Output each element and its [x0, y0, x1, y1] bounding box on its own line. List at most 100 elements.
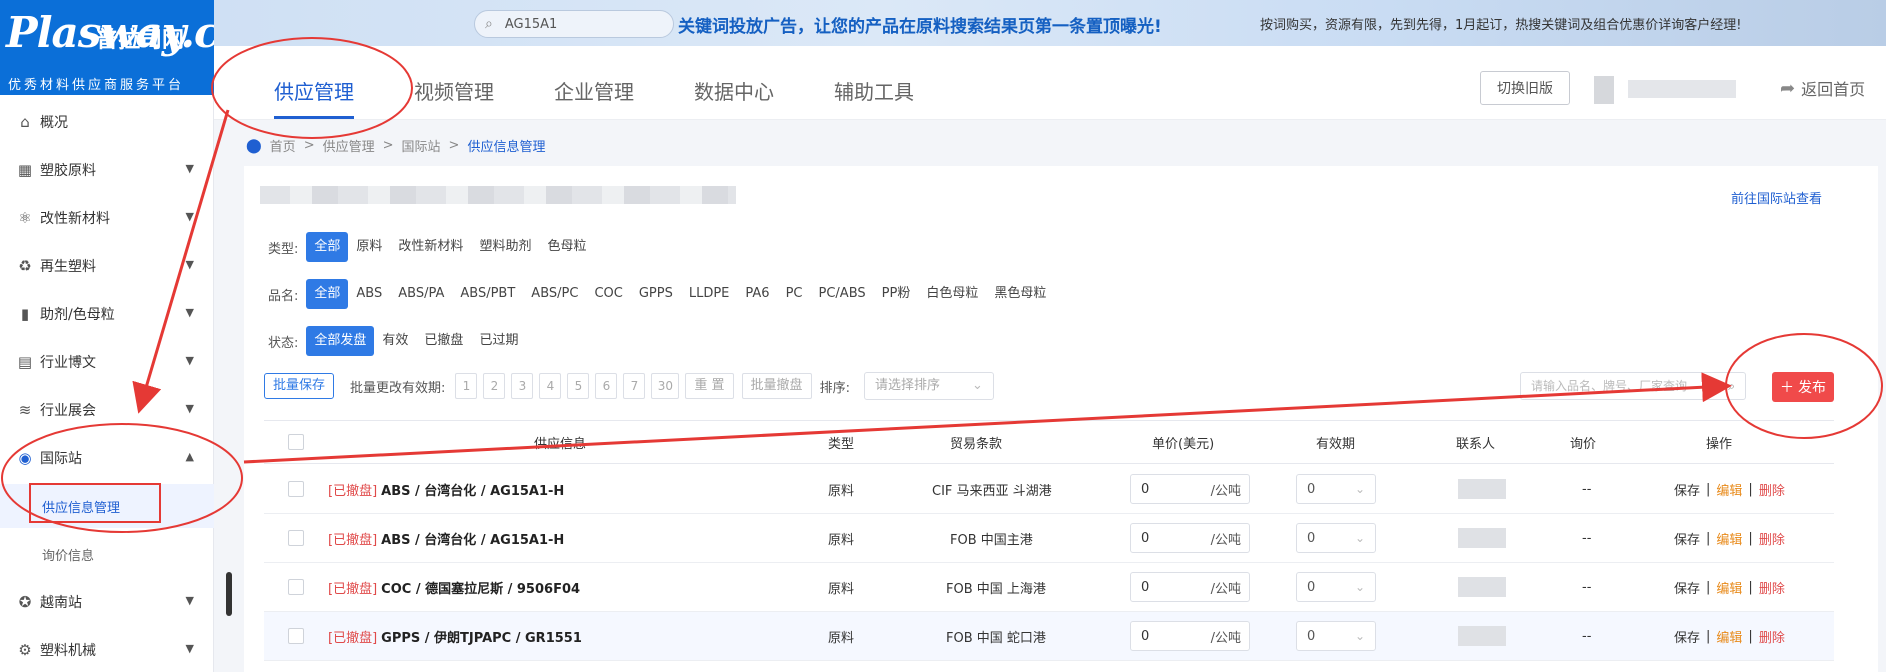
- type-filter-all[interactable]: 全部: [306, 232, 349, 262]
- table-row[interactable]: [已撤盘] GPPS / 伊朗TJPAPC / GR1551 原料 FOB 中国…: [264, 612, 1834, 661]
- name-filter-option[interactable]: ABS: [348, 279, 390, 309]
- edit-link[interactable]: 编辑: [1716, 529, 1742, 548]
- sort-select[interactable]: 请选择排序 ⌄: [863, 372, 994, 400]
- actions-cell: 保存 | 编辑 | 删除: [1674, 627, 1785, 646]
- name-filter-option[interactable]: ABS/PC: [523, 279, 586, 309]
- brand-logo[interactable]: Plasway.com 普拉司网 优秀材料供应商服务平台: [0, 0, 290, 95]
- save-link[interactable]: 保存: [1674, 578, 1700, 597]
- sidebar-scrollbar[interactable]: [226, 572, 232, 616]
- sidebar-subitem-supply-management[interactable]: 供应信息管理: [0, 484, 214, 528]
- status-filter-option[interactable]: 已撤盘: [416, 326, 471, 356]
- search-input[interactable]: 请输入品名、牌号、厂家查询 ⌕: [1520, 372, 1746, 400]
- validity-day-button[interactable]: 1: [455, 373, 478, 399]
- sidebar-item-additives[interactable]: ▮ 助剂/色母粒 ▼: [0, 292, 214, 336]
- name-filter-option[interactable]: PA6: [737, 279, 777, 309]
- goto-intl-link[interactable]: 前往国际站查看: [1731, 188, 1822, 207]
- price-input[interactable]: 0/公吨: [1130, 621, 1250, 651]
- name-filter-option[interactable]: PP粉: [874, 279, 919, 309]
- type-filter-option[interactable]: 塑料助剂: [471, 232, 539, 262]
- name-filter-option[interactable]: 黑色母粒: [986, 279, 1054, 309]
- delete-link[interactable]: 删除: [1759, 627, 1785, 646]
- switch-old-version-button[interactable]: 切换旧版: [1480, 71, 1570, 105]
- type-filter-option[interactable]: 色母粒: [539, 232, 594, 262]
- tab-tools[interactable]: 辅助工具: [834, 76, 914, 105]
- sidebar-item-industry-expo[interactable]: ≋ 行业展会 ▼: [0, 388, 214, 432]
- avatar[interactable]: [1594, 76, 1614, 104]
- name-filter-option[interactable]: COC: [586, 279, 630, 309]
- status-filter-option[interactable]: 已过期: [471, 326, 526, 356]
- row-checkbox[interactable]: [288, 579, 304, 595]
- delete-link[interactable]: 删除: [1759, 480, 1785, 499]
- breadcrumb-home[interactable]: 首页: [270, 136, 296, 155]
- delete-link[interactable]: 删除: [1759, 578, 1785, 597]
- banner-search[interactable]: ⌕ AG15A1: [474, 10, 674, 38]
- delete-link[interactable]: 删除: [1759, 529, 1785, 548]
- sidebar-item-machinery[interactable]: ⚙ 塑料机械 ▼: [0, 628, 214, 672]
- table-row[interactable]: [已撤盘] ABS / 台湾台化 / AG15A1-H 原料 CIF 马来西亚 …: [264, 465, 1834, 514]
- row-checkbox[interactable]: [288, 628, 304, 644]
- sidebar-item-industry-articles[interactable]: ▤ 行业博文 ▼: [0, 340, 214, 384]
- type-filter-option[interactable]: 改性新材料: [390, 232, 471, 262]
- name-filter-option[interactable]: LLDPE: [681, 279, 738, 309]
- validity-day-button[interactable]: 30: [651, 373, 680, 399]
- name-filter-option[interactable]: PC: [778, 279, 811, 309]
- ad-banner[interactable]: ⌕ AG15A1 关键词投放广告，让您的产品在原料搜索结果页第一条置顶曝光! 按…: [214, 0, 1886, 46]
- save-link[interactable]: 保存: [1674, 529, 1700, 548]
- status-filter-option[interactable]: 有效: [374, 326, 416, 356]
- tab-data-center[interactable]: 数据中心: [694, 76, 774, 105]
- validity-select[interactable]: 0 ⌄: [1296, 523, 1376, 553]
- validity-day-button[interactable]: 7: [623, 373, 646, 399]
- sidebar-item-international[interactable]: ◉ 国际站 ▲: [0, 436, 214, 480]
- tab-video-management[interactable]: 视频管理: [414, 76, 494, 105]
- validity-select[interactable]: 0 ⌄: [1296, 621, 1376, 651]
- name-filter-option[interactable]: GPPS: [631, 279, 681, 309]
- validity-day-button[interactable]: 6: [595, 373, 618, 399]
- validity-day-button[interactable]: 3: [511, 373, 534, 399]
- name-filter-option[interactable]: ABS/PBT: [452, 279, 523, 309]
- name-filter-all[interactable]: 全部: [306, 279, 349, 309]
- contact-cell: [1458, 563, 1506, 611]
- table-row[interactable]: [已撤盘] ABS / 台湾台化 / AG15A1-H 原料 FOB 中国主港 …: [264, 514, 1834, 563]
- validity-select[interactable]: 0 ⌄: [1296, 572, 1376, 602]
- select-all-checkbox[interactable]: [288, 434, 304, 450]
- status-badge: [已撤盘]: [328, 483, 378, 499]
- row-checkbox[interactable]: [288, 530, 304, 546]
- name-filter-option[interactable]: ABS/PA: [390, 279, 452, 309]
- row-checkbox[interactable]: [288, 481, 304, 497]
- sidebar-item-modified-materials[interactable]: ⚛ 改性新材料 ▼: [0, 196, 214, 240]
- publish-button[interactable]: ＋ 发布: [1772, 372, 1834, 402]
- price-input[interactable]: 0/公吨: [1130, 474, 1250, 504]
- table-row[interactable]: [已撤盘] COC / 德国塞拉尼斯 / 9506F04 原料 FOB 中国 上…: [264, 563, 1834, 612]
- sidebar-item-label: 再生塑料: [40, 259, 96, 275]
- tab-company-management[interactable]: 企业管理: [554, 76, 634, 105]
- validity-day-button[interactable]: 4: [539, 373, 562, 399]
- name-filter-option[interactable]: PC/ABS: [811, 279, 874, 309]
- edit-link[interactable]: 编辑: [1716, 578, 1742, 597]
- save-link[interactable]: 保存: [1674, 480, 1700, 499]
- sidebar-subitem-inquiries[interactable]: 询价信息: [0, 532, 214, 576]
- batch-save-button[interactable]: 批量保存: [264, 373, 335, 399]
- price-input[interactable]: 0/公吨: [1130, 572, 1250, 602]
- edit-link[interactable]: 编辑: [1716, 480, 1742, 499]
- sidebar-item-overview[interactable]: ⌂ 概况: [0, 100, 214, 144]
- sidebar-item-recycled-plastic[interactable]: ♻ 再生塑料 ▼: [0, 244, 214, 288]
- name-filter-option[interactable]: 白色母粒: [918, 279, 986, 309]
- status-filter-all[interactable]: 全部发盘: [306, 326, 375, 356]
- type-cell: 原料: [828, 630, 855, 646]
- type-filter-option[interactable]: 原料: [348, 232, 390, 262]
- sidebar-item-plastic-raw[interactable]: ▦ 塑胶原料 ▼: [0, 148, 214, 192]
- back-home-link[interactable]: ➦ 返回首页: [1780, 76, 1865, 100]
- breadcrumb-intl[interactable]: 国际站: [402, 136, 441, 155]
- breadcrumb-separator: >: [448, 138, 460, 153]
- breadcrumb-supply[interactable]: 供应管理: [323, 136, 375, 155]
- sidebar-item-vietnam[interactable]: ✪ 越南站 ▼: [0, 580, 214, 624]
- edit-link[interactable]: 编辑: [1716, 627, 1742, 646]
- validity-day-button[interactable]: 5: [567, 373, 590, 399]
- price-input[interactable]: 0/公吨: [1130, 523, 1250, 553]
- reset-button[interactable]: 重 置: [685, 373, 734, 399]
- batch-withdraw-button[interactable]: 批量撤盘: [741, 373, 812, 399]
- tab-supply-management[interactable]: 供应管理: [274, 76, 354, 105]
- validity-day-button[interactable]: 2: [483, 373, 506, 399]
- validity-select[interactable]: 0 ⌄: [1296, 474, 1376, 504]
- save-link[interactable]: 保存: [1674, 627, 1700, 646]
